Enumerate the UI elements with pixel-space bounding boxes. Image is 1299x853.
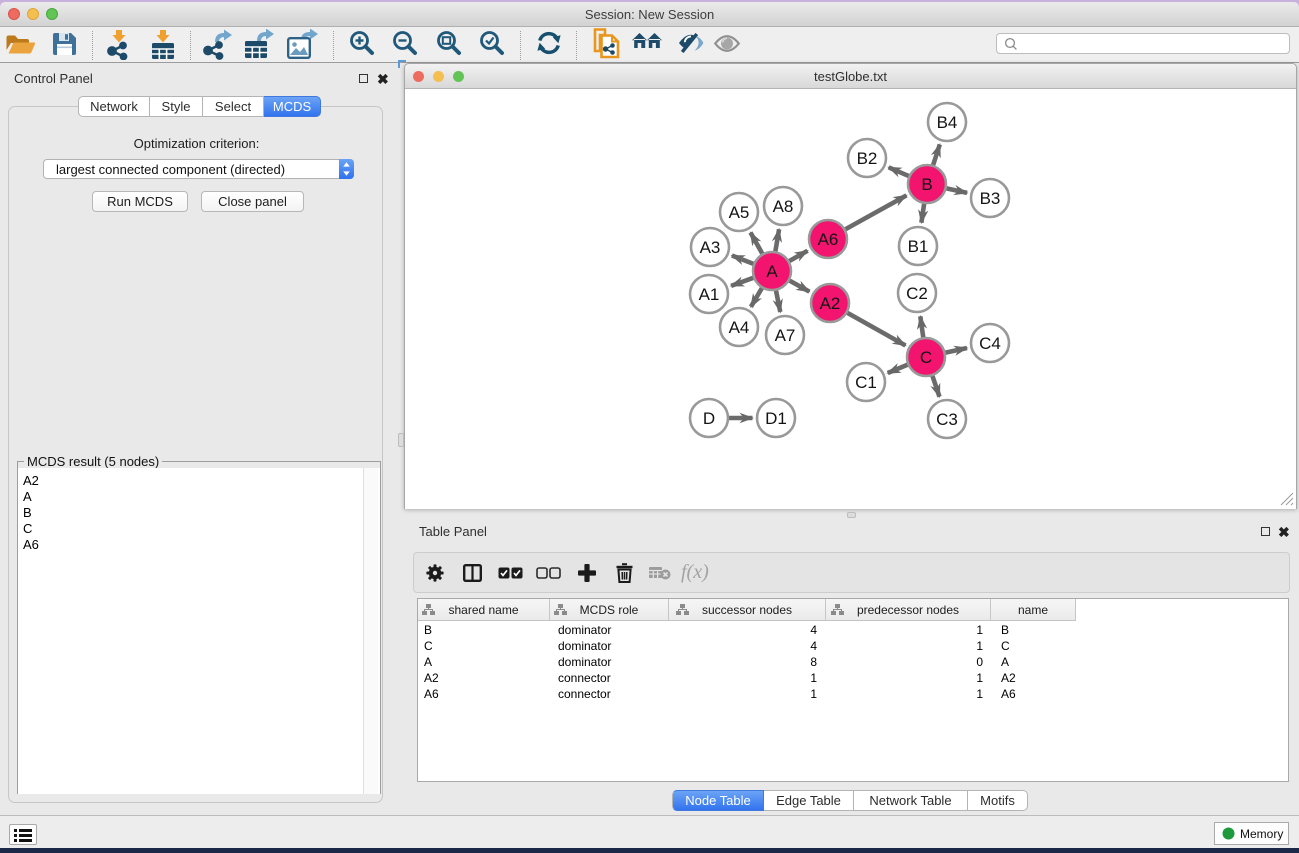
svg-text:B4: B4 [937, 113, 958, 132]
svg-text:A4: A4 [729, 318, 750, 337]
svg-text:C3: C3 [936, 410, 958, 429]
svg-text:A: A [766, 262, 778, 281]
svg-text:C2: C2 [906, 284, 928, 303]
svg-text:A5: A5 [729, 203, 750, 222]
svg-text:B1: B1 [908, 237, 929, 256]
svg-text:A3: A3 [700, 238, 721, 257]
svg-text:C1: C1 [855, 373, 877, 392]
svg-text:C4: C4 [979, 334, 1001, 353]
svg-text:B2: B2 [857, 149, 878, 168]
svg-text:B3: B3 [980, 189, 1001, 208]
svg-text:D1: D1 [765, 409, 787, 428]
svg-text:D: D [703, 409, 715, 428]
svg-text:A6: A6 [818, 230, 839, 249]
svg-text:C: C [920, 348, 932, 367]
svg-text:B: B [921, 175, 932, 194]
svg-text:A7: A7 [775, 326, 796, 345]
svg-text:A2: A2 [820, 294, 841, 313]
svg-text:A1: A1 [699, 285, 720, 304]
svg-text:A8: A8 [773, 197, 794, 216]
